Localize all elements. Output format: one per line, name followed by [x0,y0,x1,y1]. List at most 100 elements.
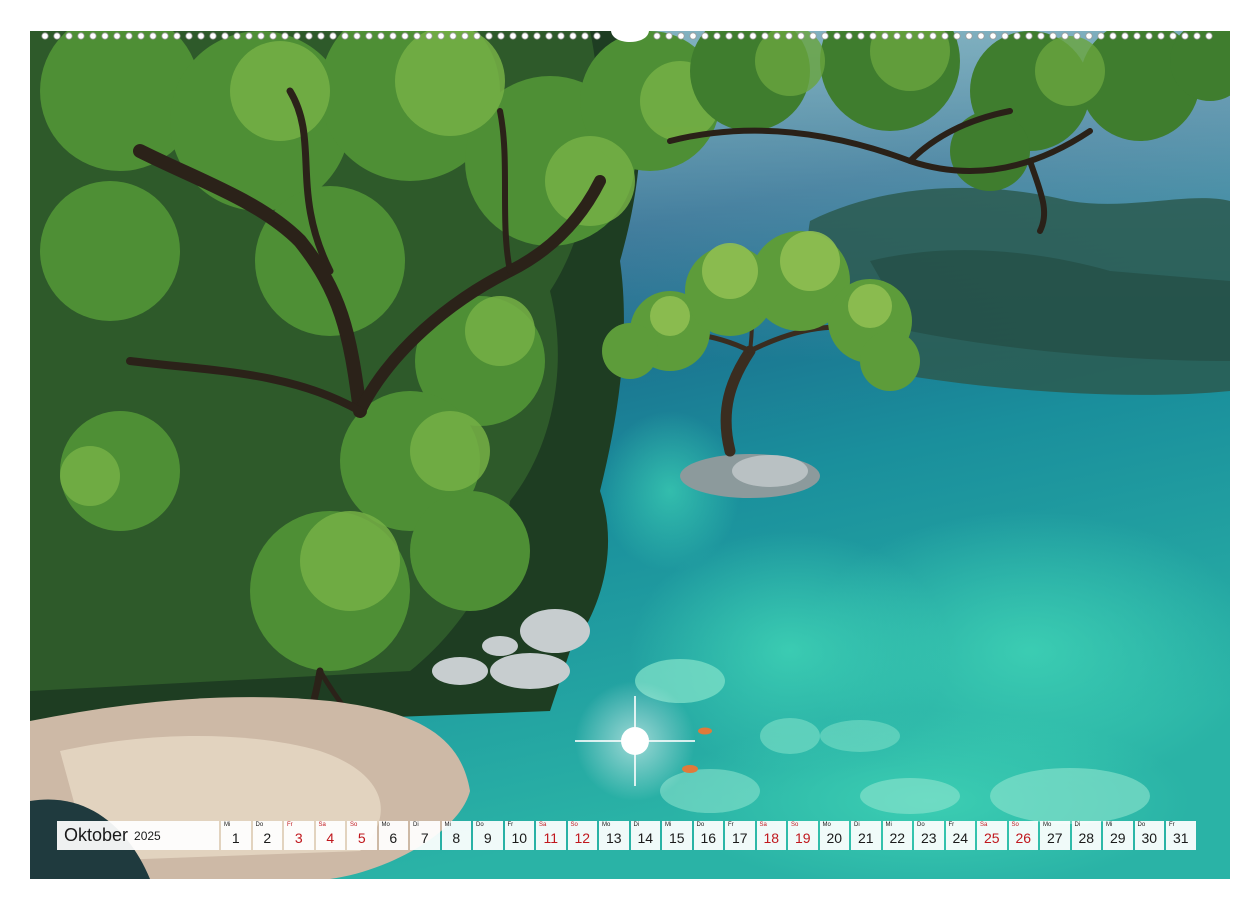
binding-hole [101,32,109,40]
binding-hole [461,32,469,40]
binding-hole [1133,32,1141,40]
day-number: 2 [263,830,272,846]
binding-hole [509,32,517,40]
weekday-label: Di [854,822,860,828]
binding-hole [821,32,829,40]
day-number: 18 [763,830,780,846]
calendar-day: Fr 3 [284,821,314,850]
binding-hole [521,32,529,40]
binding-hole [737,32,745,40]
binding-hole [53,32,61,40]
binding-hole [1121,32,1129,40]
binding-hole [1169,32,1177,40]
binding-hole [653,32,661,40]
binding-hole [1001,32,1009,40]
binding-hole [773,32,781,40]
month-name: Oktober [64,825,129,845]
weekday-label: Sa [539,822,547,828]
binding-hole [785,32,793,40]
binding-hole [845,32,853,40]
weekday-label: Sa [318,822,326,828]
weekday-label: Do [917,822,925,828]
binding-hole [365,32,373,40]
calendar-day: Di 14 [630,821,660,850]
weekday-label: So [570,822,578,828]
landscape-photo [30,31,1230,879]
calendar-day: Do 9 [473,821,503,850]
month-year: 2025 [134,828,161,843]
binding-hole [1097,32,1105,40]
calendar-strip: Oktober 2025 Mi 1 Do 2 Fr 3 Sa 4 So 5 Mo 6 Di 7 Mi 8 Do 9… [57,821,1196,850]
weekday-label: Mi [444,822,451,828]
calendar-day: Fr 24 [945,821,975,850]
binding-hole [317,32,325,40]
weekday-label: Mo [381,822,390,828]
calendar-day: Mi 8 [441,821,471,850]
calendar-day: Di 21 [851,821,881,850]
calendar-day: Sa 18 [756,821,786,850]
day-number: 10 [511,830,528,846]
day-number: 13 [605,830,622,846]
binding-hole [581,32,589,40]
day-number: 14 [637,830,654,846]
day-number: 26 [1015,830,1032,846]
binding-hole [857,32,865,40]
weekday-label: Fr [728,822,734,828]
day-number: 8 [452,830,461,846]
day-number: 15 [668,830,685,846]
weekday-label: Do [476,822,484,828]
binding-hole [953,32,961,40]
binding-hole [41,32,49,40]
day-number: 31 [1172,830,1189,846]
calendar-day: Sa 4 [315,821,345,850]
weekday-label: Fr [287,822,293,828]
calendar-day: Mo 20 [819,821,849,850]
hanger-notch [611,30,649,42]
binding-hole [977,32,985,40]
day-number: 19 [794,830,811,846]
binding-hole [425,32,433,40]
binding-hole [989,32,997,40]
weekday-label: So [350,822,358,828]
calendar-day: So 12 [567,821,597,850]
weekday-label: Mo [1043,822,1052,828]
calendar-day: Sa 25 [977,821,1007,850]
calendar-day: Do 30 [1134,821,1164,850]
binding-hole [713,32,721,40]
day-number: 28 [1078,830,1095,846]
weekday-label: Do [696,822,705,828]
calendar-day: Mi 22 [882,821,912,850]
calendar-day: Mo 27 [1040,821,1070,850]
binding-hole [725,32,733,40]
binding-hole [1181,32,1189,40]
binding-hole [173,32,181,40]
binding-hole [1061,32,1069,40]
binding-hole [353,32,361,40]
binding-hole [1013,32,1021,40]
calendar-day: Mi 1 [221,821,251,850]
weekday-label: Mi [885,822,892,828]
binding-hole [197,32,205,40]
binding-hole [305,32,313,40]
weekday-label: So [1011,822,1019,828]
binding-hole [809,32,817,40]
calendar-day: Sa 11 [536,821,566,850]
binding-hole [221,32,229,40]
month-label: Oktober 2025 [57,821,219,850]
day-number: 9 [483,830,492,846]
binding-hole [893,32,901,40]
day-number: 16 [700,830,717,846]
calendar-day: Mi 29 [1103,821,1133,850]
binding-hole [137,32,145,40]
binding-hole [473,32,481,40]
binding-hole [389,32,397,40]
binding-hole [689,32,697,40]
binding-hole [233,32,241,40]
weekday-label: Mi [1106,822,1113,828]
calendar-day: Do 2 [252,821,282,850]
calendar-day: Fr 10 [504,821,534,850]
day-number: 3 [294,830,303,846]
weekday-label: Di [413,822,419,828]
binding-hole [89,32,97,40]
day-number: 30 [1141,830,1158,846]
